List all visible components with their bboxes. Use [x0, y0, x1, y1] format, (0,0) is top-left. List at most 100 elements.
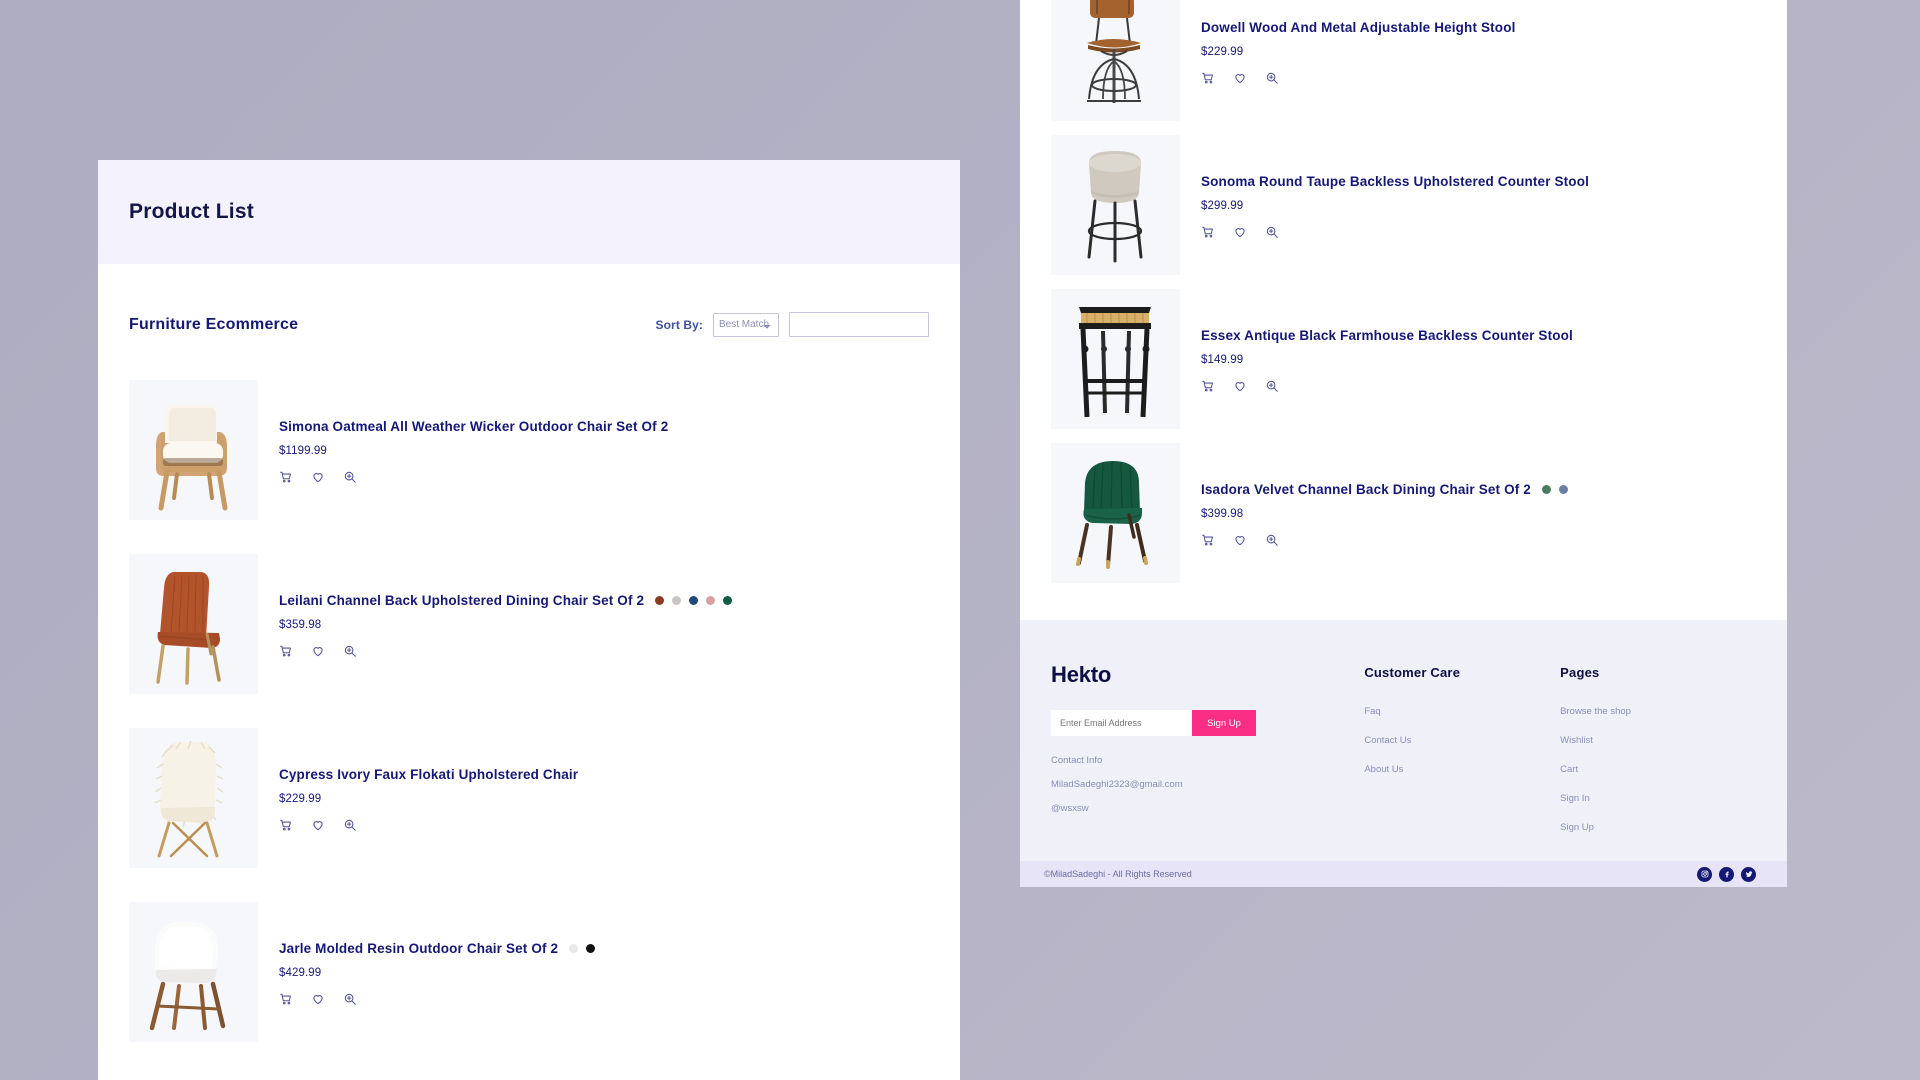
cart-icon[interactable]: [279, 818, 293, 832]
heart-icon[interactable]: [311, 818, 325, 832]
twitter-icon[interactable]: [1741, 866, 1756, 882]
product-title-line: Jarle Molded Resin Outdoor Chair Set Of …: [279, 941, 596, 956]
product-actions: [1201, 71, 1527, 85]
product-row[interactable]: Simona Oatmeal All Weather Wicker Outdoo…: [129, 363, 929, 537]
product-title[interactable]: Leilani Channel Back Upholstered Dining …: [279, 593, 644, 608]
product-thumbnail[interactable]: [1051, 0, 1180, 121]
product-title[interactable]: Simona Oatmeal All Weather Wicker Outdoo…: [279, 419, 668, 434]
sort-select[interactable]: Best Match: [713, 312, 779, 337]
resin-chair-image: [129, 902, 258, 1042]
contact-email: MiladSadeghi2323@gmail.com: [1051, 779, 1183, 790]
product-thumbnail[interactable]: [129, 554, 258, 694]
footer: Hekto Sign Up Contact Info MiladSadeghi2…: [1020, 620, 1787, 861]
wood-metal-stool-image: [1051, 0, 1180, 121]
heart-icon[interactable]: [311, 992, 325, 1006]
product-actions: [279, 992, 595, 1006]
product-title[interactable]: Cypress Ivory Faux Flokati Upholstered C…: [279, 767, 578, 782]
product-thumbnail[interactable]: [1051, 443, 1180, 583]
facebook-icon[interactable]: [1719, 866, 1734, 882]
product-title[interactable]: Sonoma Round Taupe Backless Upholstered …: [1201, 174, 1589, 189]
footer-logo: Hekto: [1051, 662, 1112, 687]
footer-link-sign-in[interactable]: Sign In: [1560, 793, 1756, 804]
product-title-line: Essex Antique Black Farmhouse Backless C…: [1201, 328, 1584, 343]
product-row[interactable]: Dowell Wood And Metal Adjustable Height …: [1051, 0, 1756, 128]
heart-icon[interactable]: [311, 644, 325, 658]
instagram-icon[interactable]: [1697, 866, 1712, 882]
zoom-icon[interactable]: [343, 818, 357, 832]
secondary-product-panel: Dowell Wood And Metal Adjustable Height …: [1020, 0, 1787, 887]
product-price: $429.99: [279, 966, 322, 979]
zoom-icon[interactable]: [1265, 225, 1279, 239]
product-title[interactable]: Jarle Molded Resin Outdoor Chair Set Of …: [279, 941, 558, 956]
social-links: [1697, 866, 1756, 882]
color-swatch[interactable]: [706, 595, 716, 605]
product-title-line: Isadora Velvet Channel Back Dining Chair…: [1201, 482, 1568, 497]
zoom-icon[interactable]: [343, 992, 357, 1006]
product-row[interactable]: Leilani Channel Back Upholstered Dining …: [129, 537, 929, 711]
color-swatch[interactable]: [586, 943, 596, 953]
heart-icon[interactable]: [1233, 225, 1247, 239]
product-info: Jarle Molded Resin Outdoor Chair Set Of …: [258, 939, 596, 1006]
product-info: Sonoma Round Taupe Backless Upholstered …: [1180, 172, 1600, 239]
product-thumbnail[interactable]: [129, 902, 258, 1042]
footer-link-cart[interactable]: Cart: [1560, 764, 1756, 775]
cart-icon[interactable]: [279, 992, 293, 1006]
cart-icon[interactable]: [279, 644, 293, 658]
product-actions: [279, 644, 732, 658]
right-product-list: Dowell Wood And Metal Adjustable Height …: [1020, 0, 1787, 620]
product-thumbnail[interactable]: [1051, 135, 1180, 275]
zoom-icon[interactable]: [343, 644, 357, 658]
sort-by-label: Sort By:: [655, 317, 703, 332]
product-title[interactable]: Isadora Velvet Channel Back Dining Chair…: [1201, 482, 1531, 497]
zoom-icon[interactable]: [1265, 71, 1279, 85]
sign-up-button[interactable]: Sign Up: [1192, 710, 1256, 736]
product-actions: [1201, 533, 1568, 547]
heart-icon[interactable]: [1233, 533, 1247, 547]
color-swatch[interactable]: [1541, 484, 1551, 494]
color-swatch[interactable]: [655, 595, 665, 605]
product-actions: [1201, 379, 1584, 393]
zoom-icon[interactable]: [1265, 533, 1279, 547]
product-row[interactable]: Cypress Ivory Faux Flokati Upholstered C…: [129, 711, 929, 885]
heart-icon[interactable]: [1233, 71, 1247, 85]
footer-link-about-us[interactable]: About Us: [1364, 764, 1560, 775]
cart-icon[interactable]: [1201, 71, 1215, 85]
zoom-icon[interactable]: [1265, 379, 1279, 393]
product-row[interactable]: Essex Antique Black Farmhouse Backless C…: [1051, 282, 1756, 436]
footer-column-customer-care: Customer Care Faq Contact Us About Us: [1364, 662, 1560, 833]
heart-icon[interactable]: [311, 470, 325, 484]
product-thumbnail[interactable]: [1051, 289, 1180, 429]
zoom-icon[interactable]: [343, 470, 357, 484]
cart-icon[interactable]: [1201, 533, 1215, 547]
product-title-line: Sonoma Round Taupe Backless Upholstered …: [1201, 174, 1600, 189]
contact-info-label: Contact Info: [1051, 755, 1103, 766]
product-title-line: Cypress Ivory Faux Flokati Upholstered C…: [279, 767, 589, 782]
color-swatch[interactable]: [689, 595, 699, 605]
footer-link-faq[interactable]: Faq: [1364, 706, 1560, 717]
product-title[interactable]: Essex Antique Black Farmhouse Backless C…: [1201, 328, 1573, 343]
color-swatch[interactable]: [672, 595, 682, 605]
product-thumbnail[interactable]: [129, 380, 258, 520]
footer-link-sign-up[interactable]: Sign Up: [1560, 822, 1756, 833]
cart-icon[interactable]: [1201, 379, 1215, 393]
product-actions: [279, 470, 679, 484]
heart-icon[interactable]: [1233, 379, 1247, 393]
product-thumbnail[interactable]: [129, 728, 258, 868]
product-title[interactable]: Dowell Wood And Metal Adjustable Height …: [1201, 20, 1516, 35]
color-swatch[interactable]: [569, 943, 579, 953]
page-title: Product List: [129, 200, 254, 223]
email-field[interactable]: [1051, 710, 1192, 736]
product-row[interactable]: Isadora Velvet Channel Back Dining Chair…: [1051, 436, 1756, 590]
footer-link-contact-us[interactable]: Contact Us: [1364, 735, 1560, 746]
color-swatches: [569, 943, 596, 953]
footer-link-wishlist[interactable]: Wishlist: [1560, 735, 1756, 746]
search-input[interactable]: [789, 312, 929, 337]
color-swatch[interactable]: [1558, 484, 1568, 494]
cart-icon[interactable]: [1201, 225, 1215, 239]
black-farmhouse-stool-image: [1051, 289, 1180, 429]
footer-link-browse-the-shop[interactable]: Browse the shop: [1560, 706, 1756, 717]
color-swatch[interactable]: [723, 595, 733, 605]
cart-icon[interactable]: [279, 470, 293, 484]
product-row[interactable]: Sonoma Round Taupe Backless Upholstered …: [1051, 128, 1756, 282]
product-row[interactable]: Jarle Molded Resin Outdoor Chair Set Of …: [129, 885, 929, 1059]
